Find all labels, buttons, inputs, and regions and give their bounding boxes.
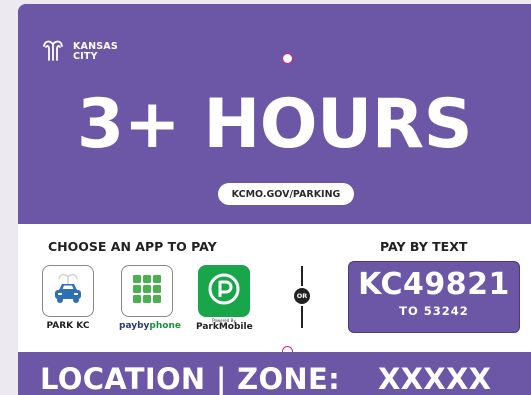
parkmobile-tile bbox=[198, 265, 250, 317]
parking-sign: KANSAS CITY 3+ HOURS KCMO.GOV/PARKING CH… bbox=[18, 4, 531, 395]
pay-by-text-title: PAY BY TEXT bbox=[380, 239, 468, 254]
keypad-icon bbox=[132, 274, 162, 308]
fountain-icon bbox=[40, 38, 66, 66]
paybyphone-label-prefix: payby bbox=[119, 321, 150, 331]
apps-title: CHOOSE AN APP TO PAY bbox=[48, 239, 217, 254]
parkmobile-p-icon bbox=[207, 272, 241, 310]
car-icon bbox=[48, 269, 88, 313]
location-zone-text: LOCATION | ZONE: XXXXX bbox=[40, 362, 491, 395]
pay-by-text-box: KC49821 TO 53242 bbox=[348, 261, 520, 333]
app-parkmobile: Powered By ParkMobile bbox=[196, 265, 253, 332]
paybyphone-tile bbox=[121, 265, 173, 317]
sign-top-panel: KANSAS CITY 3+ HOURS KCMO.GOV/PARKING bbox=[18, 4, 531, 224]
paybyphone-label-suffix: phone bbox=[149, 321, 181, 331]
divider-line bbox=[301, 266, 303, 286]
paybyphone-label: paybyphone bbox=[119, 321, 181, 331]
location-bar: LOCATION | ZONE: XXXXX bbox=[18, 352, 531, 395]
headline: 3+ HOURS bbox=[76, 85, 473, 164]
app-paybyphone: paybyphone bbox=[119, 265, 181, 331]
park-kc-tile bbox=[42, 265, 94, 317]
text-code: KC49821 bbox=[358, 267, 510, 302]
payment-panel: CHOOSE AN APP TO PAY PARK KC paybyphone … bbox=[18, 224, 531, 352]
app-park-kc: PARK KC bbox=[40, 265, 96, 331]
mounting-hole bbox=[282, 53, 293, 64]
logo-line-2: CITY bbox=[73, 51, 98, 62]
or-divider: OR bbox=[292, 266, 312, 328]
parking-url: KCMO.GOV/PARKING bbox=[218, 183, 354, 205]
park-kc-label: PARK KC bbox=[46, 321, 90, 331]
zone-value: XXXXX bbox=[378, 362, 492, 395]
kansas-city-logo: KANSAS CITY bbox=[40, 38, 118, 66]
or-badge: OR bbox=[294, 288, 310, 304]
parkmobile-label: ParkMobile bbox=[196, 322, 253, 332]
location-label: LOCATION | ZONE: bbox=[40, 362, 341, 395]
text-number: TO 53242 bbox=[399, 304, 469, 318]
divider-line bbox=[301, 306, 303, 328]
